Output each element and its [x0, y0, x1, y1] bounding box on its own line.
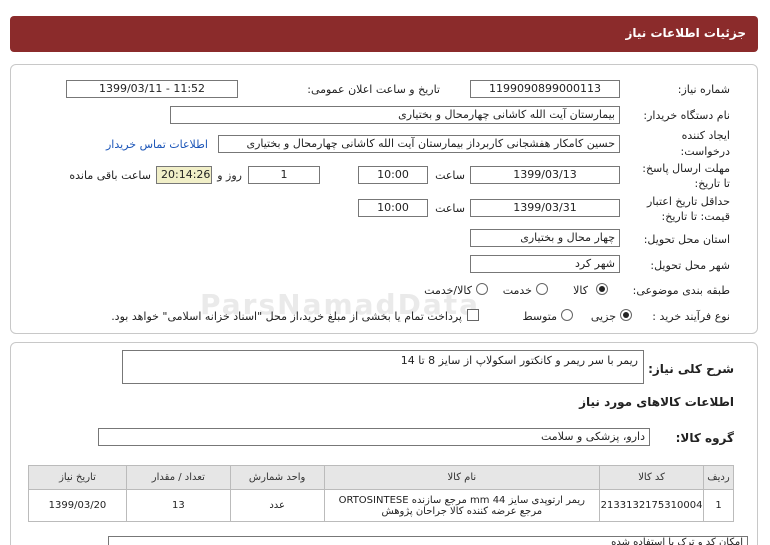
buyer-label: نام دستگاه خریدار:: [643, 109, 730, 122]
announce-label: تاریخ و ساعت اعلان عمومی:: [307, 83, 440, 96]
cell-date: 1399/03/20: [28, 489, 127, 522]
validity-time-field[interactable]: 10:00: [358, 199, 428, 217]
city-label: شهر محل تحویل:: [650, 259, 730, 272]
category-service-radio[interactable]: [536, 283, 548, 295]
header-name: نام کالا: [323, 465, 601, 490]
table-header-row: ردیف کد کالا نام کالا واحد شمارش تعداد /…: [28, 465, 734, 490]
cell-code: 2133132175310004: [599, 489, 705, 522]
bottom-note: امکان کد و ترک با استفاده شده: [108, 536, 748, 545]
goods-group-label: گروه کالا:: [675, 431, 734, 445]
process-minor-radio[interactable]: [620, 309, 632, 321]
days-label: روز و: [217, 169, 242, 182]
header-date: تاریخ نیاز: [28, 465, 127, 490]
category-label: طبقه بندی موضوعی:: [632, 284, 730, 297]
process-label: نوع فرآیند خرید :: [652, 310, 730, 323]
header-unit: واحد شمارش: [229, 465, 325, 490]
category-goods-label: کالا: [573, 284, 588, 297]
need-number-label: شماره نیاز:: [677, 83, 730, 96]
creator-label-line2: درخواست:: [680, 145, 730, 158]
deadline-label-line2: تا تاریخ:: [694, 177, 730, 190]
province-field[interactable]: چهار محال و بختیاری: [470, 229, 620, 247]
header-qty: تعداد / مقدار: [125, 465, 231, 490]
header-index: ردیف: [703, 465, 734, 490]
cell-name: ریمر ارتوپدی سایز 44 mm مرجع سازنده ORTO…: [323, 489, 601, 522]
cell-name-line2: مرجع عرضه کننده کالا جراحان پژوهش: [381, 505, 543, 517]
page-header: جزئیات اطلاعات نیاز: [10, 16, 758, 52]
buyer-contact-link[interactable]: اطلاعات تماس خریدار: [106, 138, 208, 151]
header-code: کد کالا: [599, 465, 705, 490]
cell-qty: 13: [125, 489, 231, 522]
summary-field[interactable]: ریمر با سر ریمر و کانکتور اسکولاپ از سای…: [122, 350, 644, 384]
table-row[interactable]: 1 2133132175310004 ریمر ارتوپدی سایز 44 …: [28, 489, 734, 522]
cell-unit: عدد: [229, 489, 325, 522]
process-medium-radio[interactable]: [561, 309, 573, 321]
validity-label-line1: حداقل تاریخ اعتبار: [646, 195, 730, 208]
creator-label-line1: ایجاد کننده: [681, 129, 730, 142]
deadline-label-line1: مهلت ارسال پاسخ:: [642, 162, 730, 175]
days-remaining-field[interactable]: 1: [248, 166, 320, 184]
process-medium-label: متوسط: [522, 310, 557, 323]
validity-label-line2: قیمت: تا تاریخ:: [661, 210, 730, 223]
category-goods-service-radio[interactable]: [476, 283, 488, 295]
page-title: جزئیات اطلاعات نیاز: [625, 26, 746, 40]
treasury-payment-checkbox[interactable]: [467, 309, 479, 321]
category-service-label: خدمت: [502, 284, 532, 297]
deadline-time-field[interactable]: 10:00: [358, 166, 428, 184]
province-label: استان محل تحویل:: [643, 233, 730, 246]
summary-label: شرح کلی نیاز:: [648, 362, 734, 376]
announce-datetime-field[interactable]: 1399/03/11 - 11:52: [66, 80, 238, 98]
city-field[interactable]: شهر کرد: [470, 255, 620, 273]
creator-field[interactable]: حسین کامکار هفشجانی کاربرداز بیمارستان آ…: [218, 135, 620, 153]
category-goods-service-label: کالا/خدمت: [424, 284, 472, 297]
treasury-payment-note: پرداخت تمام یا بخشی از مبلغ خرید،از محل …: [111, 310, 462, 323]
need-number-field[interactable]: 1199090899000113: [470, 80, 620, 98]
cell-name-line1: ریمر ارتوپدی سایز 44 mm مرجع سازنده ORTO…: [338, 494, 586, 506]
validity-time-label: ساعت: [435, 202, 465, 215]
process-minor-label: جزیی: [590, 310, 616, 323]
goods-table: ردیف کد کالا نام کالا واحد شمارش تعداد /…: [28, 465, 734, 522]
goods-group-field[interactable]: دارو، پزشکی و سلامت: [98, 428, 650, 446]
goods-info-title: اطلاعات کالاهای مورد نیاز: [579, 395, 734, 409]
remaining-time-field: 20:14:26: [156, 166, 212, 184]
cell-index: 1: [703, 489, 734, 522]
buyer-field[interactable]: بیمارستان آیت الله کاشانی چهارمحال و بخت…: [170, 106, 620, 124]
deadline-date-field[interactable]: 1399/03/13: [470, 166, 620, 184]
deadline-time-label: ساعت: [435, 169, 465, 182]
category-goods-radio[interactable]: [596, 283, 608, 295]
validity-date-field[interactable]: 1399/03/31: [470, 199, 620, 217]
remaining-time-label: ساعت باقی مانده: [69, 169, 151, 182]
